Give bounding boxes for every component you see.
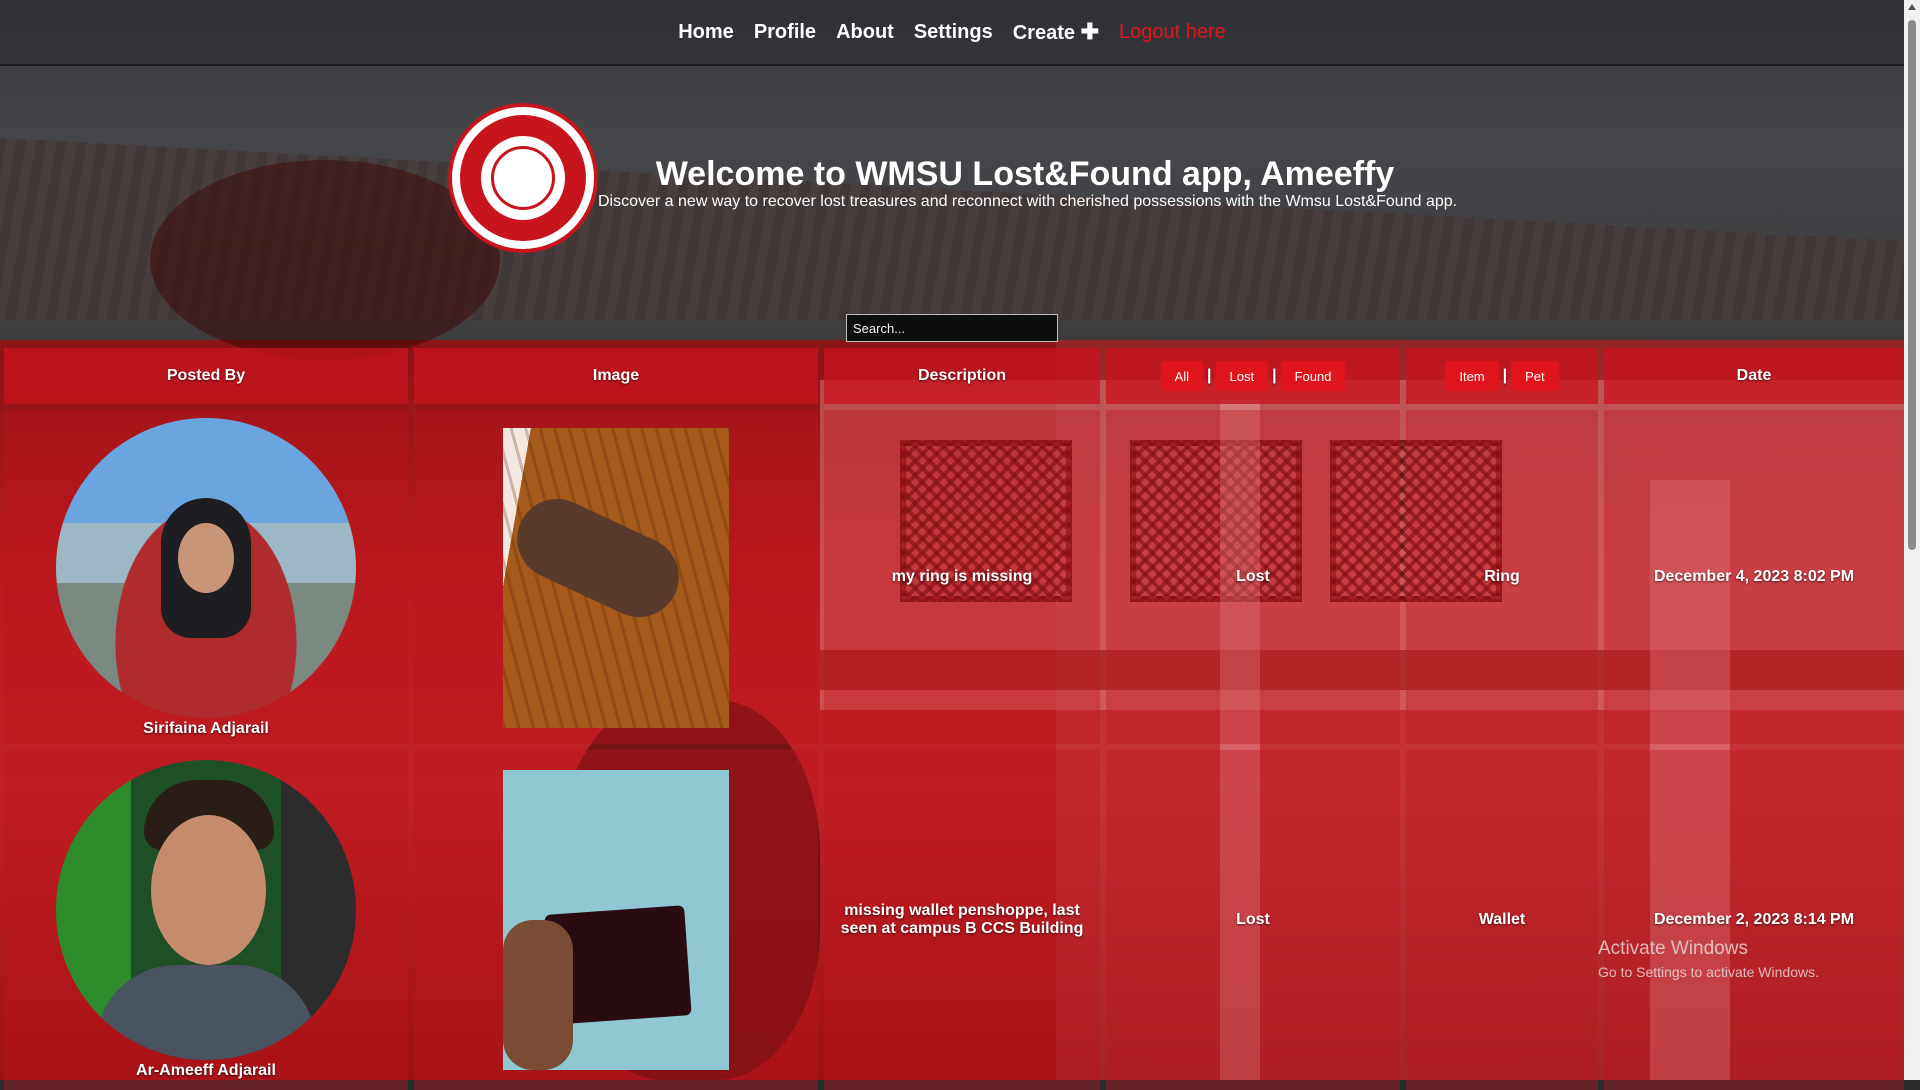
- nav-home-link[interactable]: Home: [678, 21, 734, 44]
- filter-separator: |: [1207, 367, 1212, 384]
- page-subtitle: Discover a new way to recover lost treas…: [598, 193, 1458, 210]
- filter-found-button[interactable]: Found: [1280, 361, 1346, 391]
- search-input[interactable]: [846, 314, 1058, 342]
- header-type-filters: Item | Pet: [1406, 348, 1598, 404]
- post-date: December 2, 2023 8:14 PM: [1604, 750, 1904, 1090]
- filter-separator: |: [1502, 367, 1508, 384]
- header-description: Description: [824, 348, 1100, 404]
- filter-item-button[interactable]: Item: [1445, 361, 1499, 391]
- avatar[interactable]: [56, 418, 356, 718]
- top-nav: Home Profile About Settings Create ✚ Log…: [0, 0, 1904, 66]
- page-title: Welcome to WMSU Lost&Found app, Ameeffy: [655, 155, 1395, 193]
- post-type: Ring: [1406, 410, 1598, 744]
- avatar[interactable]: [56, 760, 356, 1060]
- university-logo: [448, 103, 598, 253]
- watermark-title: Activate Windows: [1598, 938, 1748, 959]
- windows-activation-watermark: Activate Windows Go to Settings to activ…: [1598, 938, 1819, 980]
- scroll-up-arrow-icon[interactable]: [1908, 4, 1916, 10]
- page-scrollbar[interactable]: [1904, 0, 1920, 1080]
- post-date: December 4, 2023 8:02 PM: [1604, 410, 1904, 744]
- nav-settings-link[interactable]: Settings: [914, 21, 993, 44]
- post-description: my ring is missing: [824, 410, 1100, 744]
- header-status-filters: All | Lost | Found: [1106, 348, 1400, 404]
- nav-about-link[interactable]: About: [836, 21, 894, 44]
- seal-emblem-icon: [491, 146, 555, 210]
- header-image: Image: [414, 348, 818, 404]
- post-status: Lost: [1106, 410, 1400, 744]
- scrollbar-thumb[interactable]: [1908, 20, 1916, 550]
- filter-lost-button[interactable]: Lost: [1215, 361, 1269, 391]
- nav-create-link[interactable]: Create ✚: [1013, 19, 1099, 45]
- post-status: Lost: [1106, 750, 1400, 1090]
- header-posted-by: Posted By: [4, 348, 408, 404]
- post-type: Wallet: [1406, 750, 1598, 1090]
- header-date: Date: [1604, 348, 1904, 404]
- nav-profile-link[interactable]: Profile: [754, 21, 816, 44]
- plus-icon: ✚: [1080, 19, 1099, 44]
- poster-name: Ar-Ameeff Adjarail: [136, 1062, 276, 1079]
- filter-pet-button[interactable]: Pet: [1511, 361, 1559, 391]
- post-image[interactable]: [503, 770, 729, 1070]
- post-description: missing wallet penshoppe, last seen at c…: [824, 750, 1100, 1090]
- poster-name: Sirifaina Adjarail: [143, 720, 269, 737]
- post-image[interactable]: [503, 428, 729, 728]
- filter-all-button[interactable]: All: [1160, 361, 1204, 391]
- logout-link[interactable]: Logout here: [1119, 21, 1226, 44]
- nav-create-label: Create: [1012, 22, 1075, 44]
- watermark-subtitle: Go to Settings to activate Windows.: [1598, 964, 1819, 980]
- filter-separator: |: [1272, 367, 1277, 384]
